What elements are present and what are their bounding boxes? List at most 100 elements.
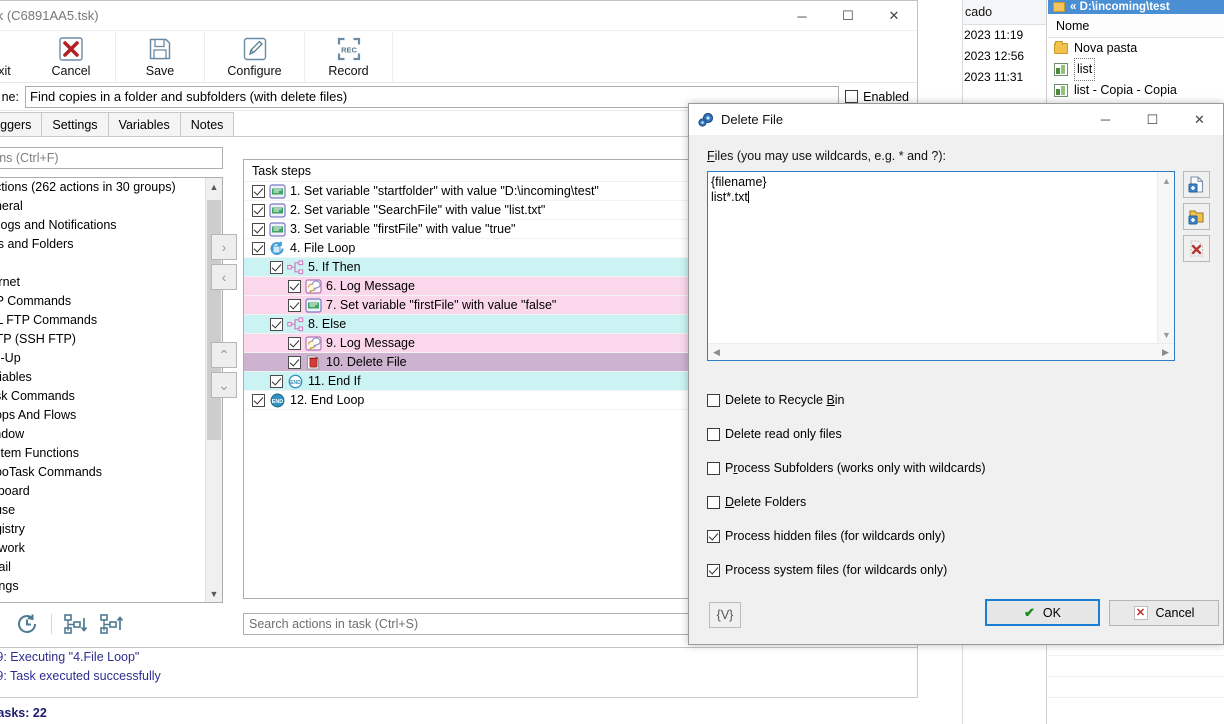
actions-list-item[interactable]: ask Commands <box>0 387 205 406</box>
dialog-footer: {V} ✔ OK ✕ Cancel <box>689 592 1223 644</box>
files-textarea[interactable]: {filename} list*.txt ▲ ▼ ◀ ▶ <box>707 171 1175 361</box>
scroll-up-icon[interactable]: ▲ <box>1158 172 1174 189</box>
actions-list-item[interactable]: actions (262 actions in 30 groups) <box>0 178 205 197</box>
actions-panel: tions (Ctrl+F) actions (262 actions in 3… <box>0 139 229 647</box>
move-up-button[interactable]: ⌃ <box>211 342 237 368</box>
scroll-left-icon[interactable]: ◀ <box>708 344 725 361</box>
log-pane[interactable]: 5:59: Executing "4.File Loop" 5:59: Task… <box>0 648 918 698</box>
option-process-system-files[interactable]: Process system files (for wildcards only… <box>707 553 986 587</box>
record-icon: REC <box>336 36 362 63</box>
task-step-checkbox[interactable] <box>270 317 283 331</box>
actions-list-item[interactable]: ial-Up <box>0 349 205 368</box>
tab-notes[interactable]: Notes <box>179 112 235 136</box>
task-step-label: 11. End If <box>308 374 361 388</box>
task-step-checkbox[interactable] <box>288 298 301 312</box>
variables-button[interactable]: {V} <box>709 602 741 628</box>
collapse-tree-icon[interactable] <box>62 611 88 637</box>
task-step-checkbox[interactable] <box>288 336 301 350</box>
files-horizontal-scrollbar[interactable]: ◀ ▶ <box>708 343 1174 360</box>
if-then-icon <box>287 259 304 275</box>
add-file-button[interactable] <box>1183 171 1210 198</box>
checkbox-box <box>845 90 859 103</box>
option-delete-read-only-files[interactable]: Delete read only files <box>707 417 986 451</box>
actions-list-item[interactable]: FTP (SSH FTP) <box>0 330 205 349</box>
add-folder-button[interactable] <box>1183 203 1210 230</box>
scroll-down-icon[interactable]: ▼ <box>1158 326 1174 343</box>
checkbox-box <box>707 529 720 543</box>
files-label-rest: iles (you may use wildcards, e.g. * and … <box>714 149 946 163</box>
option-delete-to-recycle-bin[interactable]: Delete to Recycle Bin <box>707 383 986 417</box>
explorer-row-list-copia[interactable]: list - Copia - Copia <box>1048 80 1224 101</box>
actions-list-item[interactable]: ystem Functions <box>0 444 205 463</box>
tab-settings[interactable]: Settings <box>41 112 109 136</box>
toolbar-cancel-button[interactable]: Cancel <box>27 30 116 83</box>
move-left-button[interactable]: ‹ <box>211 264 237 290</box>
remove-entry-button[interactable] <box>1183 235 1210 262</box>
ok-button[interactable]: ✔ OK <box>985 599 1100 626</box>
task-step-checkbox[interactable] <box>270 260 283 274</box>
actions-list-item[interactable]: les and Folders <box>0 235 205 254</box>
tab-variables[interactable]: Variables <box>107 112 181 136</box>
option-process-hidden-files[interactable]: Process hidden files (for wildcards only… <box>707 519 986 553</box>
move-down-button[interactable]: ⌄ <box>211 372 237 398</box>
log-line: 5:59: Task executed successfully <box>0 669 161 683</box>
close-icon[interactable]: ✕ <box>1176 104 1223 135</box>
task-step-checkbox[interactable] <box>252 393 265 407</box>
task-step-checkbox[interactable] <box>270 374 283 388</box>
option-process-subfolders[interactable]: Process Subfolders (works only with wild… <box>707 451 986 485</box>
option-delete-folders[interactable]: Delete Folders <box>707 485 986 519</box>
actions-list-item[interactable]: etwork <box>0 539 205 558</box>
list-icon[interactable] <box>0 611 5 637</box>
actions-list-item[interactable]: oboTask Commands <box>0 463 205 482</box>
close-icon[interactable]: ✕ <box>871 1 917 31</box>
cancel-button[interactable]: ✕ Cancel <box>1109 600 1219 626</box>
actions-list-item[interactable]: trings <box>0 577 205 596</box>
task-step-checkbox[interactable] <box>288 355 301 369</box>
actions-list-item[interactable]: oops And Flows <box>0 406 205 425</box>
actions-list-item[interactable]: ipboard <box>0 482 205 501</box>
maximize-icon[interactable]: ☐ <box>825 1 871 31</box>
actions-list-item[interactable]: SL FTP Commands <box>0 311 205 330</box>
minimize-icon[interactable]: ─ <box>1082 104 1129 135</box>
toolbar-save-button[interactable]: Save <box>116 30 205 83</box>
actions-list-item[interactable]: eneral <box>0 197 205 216</box>
task-step-checkbox[interactable] <box>252 222 265 236</box>
task-step-checkbox[interactable] <box>252 241 265 255</box>
move-right-button[interactable]: › <box>211 234 237 260</box>
actions-list-item[interactable]: ouse <box>0 501 205 520</box>
history-icon[interactable] <box>15 611 41 637</box>
minimize-icon[interactable]: ─ <box>779 1 825 31</box>
actions-list-item[interactable]: ariables <box>0 368 205 387</box>
toolbar-record-label: Record <box>328 63 369 78</box>
task-step-checkbox[interactable] <box>252 184 265 198</box>
toolbar-exit-button[interactable]: exit <box>0 31 27 83</box>
expand-tree-icon[interactable] <box>98 611 124 637</box>
actions-list-item[interactable]: /indow <box>0 425 205 444</box>
scroll-up-icon[interactable]: ▲ <box>206 178 222 195</box>
check-icon: ✔ <box>1024 604 1035 620</box>
actions-list-item[interactable]: ialogs and Notifications <box>0 216 205 235</box>
toolbar-configure-button[interactable]: Configure <box>205 30 305 83</box>
scroll-down-icon[interactable]: ▼ <box>206 585 222 602</box>
maximize-icon[interactable]: ☐ <box>1129 104 1176 135</box>
actions-list[interactable]: actions (262 actions in 30 groups)eneral… <box>0 177 223 603</box>
toolbar-record-button[interactable]: REC Record <box>305 30 393 83</box>
tab-triggers[interactable]: Triggers <box>0 112 43 136</box>
explorer-row-folder[interactable]: Nova pasta <box>1048 38 1224 59</box>
actions-list-item[interactable]: egistry <box>0 520 205 539</box>
ok-button-label: OK <box>1042 605 1061 620</box>
scroll-right-icon[interactable]: ▶ <box>1157 344 1174 361</box>
option-label: Process hidden files (for wildcards only… <box>725 529 946 543</box>
task-step-checkbox[interactable] <box>288 279 301 293</box>
actions-list-item[interactable]: TP Commands <box>0 292 205 311</box>
enabled-checkbox[interactable]: Enabled <box>845 90 909 104</box>
actions-list-item[interactable]: ternet <box>0 273 205 292</box>
explorer-item-label: Nova pasta <box>1074 41 1138 55</box>
actions-list-item[interactable]: Mail <box>0 558 205 577</box>
actions-list-item[interactable]: p <box>0 254 205 273</box>
search-actions-input[interactable]: tions (Ctrl+F) <box>0 147 223 169</box>
explorer-row-list[interactable]: list <box>1048 58 1224 81</box>
dialog-title-bar: Delete File ─ ☐ ✕ <box>689 104 1223 135</box>
task-step-checkbox[interactable] <box>252 203 265 217</box>
files-vertical-scrollbar[interactable]: ▲ ▼ <box>1157 172 1174 343</box>
